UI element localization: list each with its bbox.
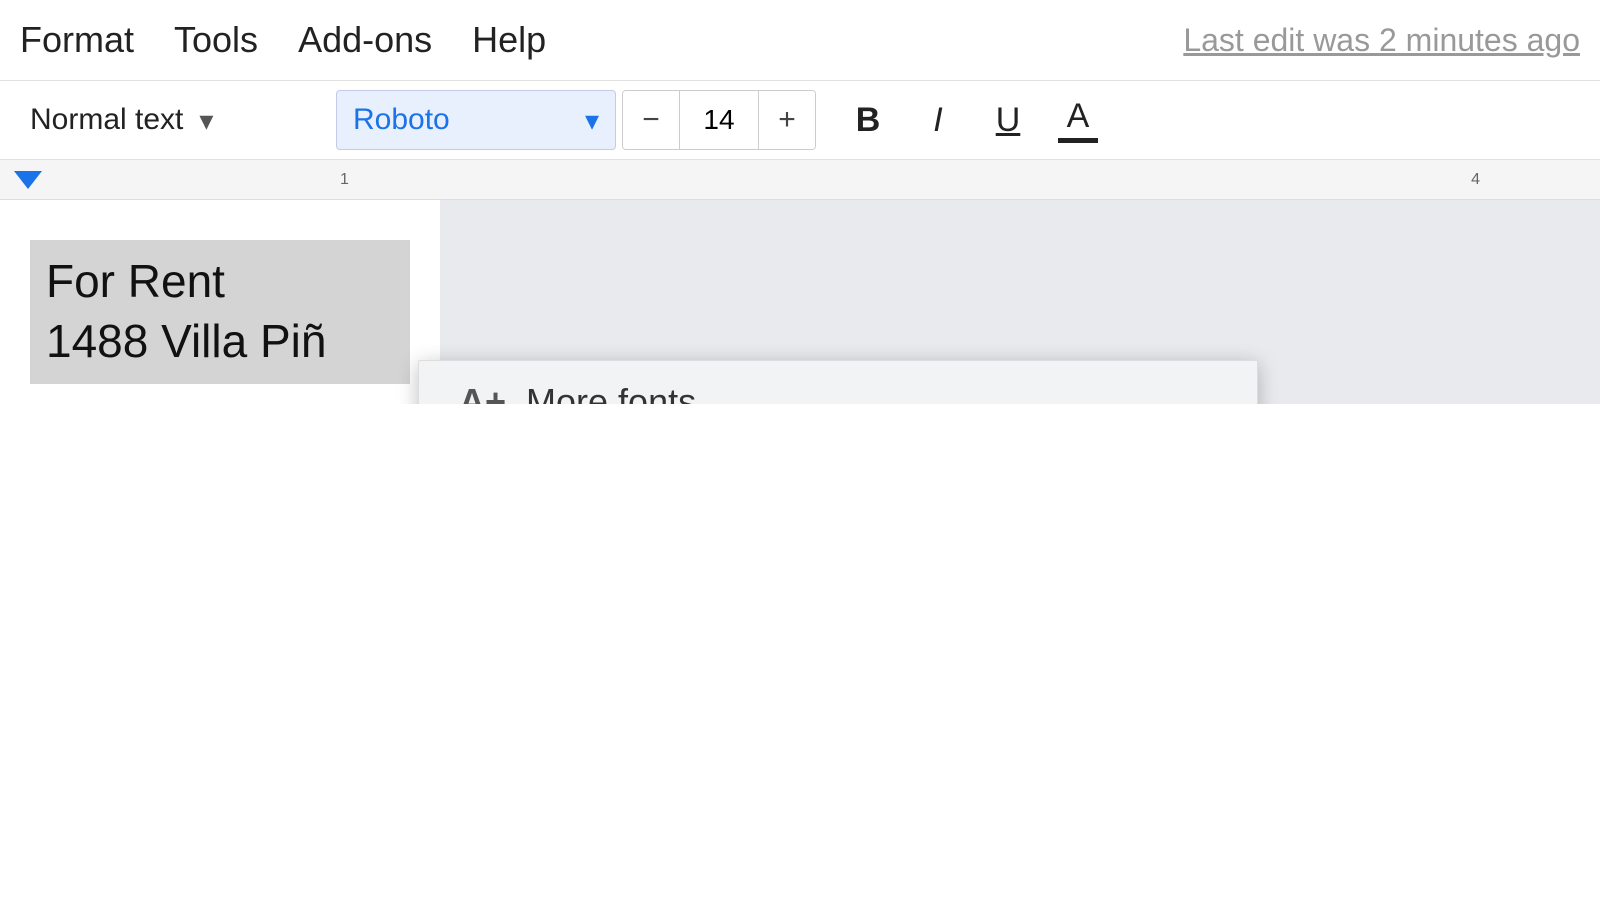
font-color-underline bbox=[1058, 138, 1098, 143]
content-area: For Rent 1488 Villa Piñ A+ More fonts RE… bbox=[0, 200, 1600, 404]
doc-content: For Rent 1488 Villa Piñ bbox=[0, 200, 440, 404]
font-selector-arrow-icon: ▾ bbox=[585, 104, 599, 137]
menu-help[interactable]: Help bbox=[472, 19, 546, 61]
bold-button[interactable]: B bbox=[838, 90, 898, 150]
menu-format[interactable]: Format bbox=[20, 19, 134, 61]
document-text-line1: For Rent bbox=[46, 252, 394, 312]
italic-button[interactable]: I bbox=[908, 90, 968, 150]
menu-bar: Format Tools Add-ons Help Last edit was … bbox=[0, 0, 1600, 80]
font-selector[interactable]: Roboto ▾ bbox=[336, 90, 616, 150]
font-color-letter: A bbox=[1067, 97, 1090, 136]
more-fonts-icon: A+ bbox=[459, 381, 506, 404]
toolbar: Normal text ▾ Roboto ▾ − 14 + B I U A bbox=[0, 80, 1600, 160]
font-size-decrease-button[interactable]: − bbox=[623, 90, 679, 150]
ruler-number-1: 1 bbox=[340, 171, 349, 189]
font-size-value[interactable]: 14 bbox=[679, 90, 759, 150]
ruler: 1 4 bbox=[0, 160, 1600, 200]
more-fonts-item[interactable]: A+ More fonts bbox=[419, 361, 1257, 404]
document-text-line2: 1488 Villa Piñ bbox=[46, 312, 394, 372]
font-dropdown: A+ More fonts RECENT ✓ Roboto ▶ Ultra Ca… bbox=[418, 360, 1258, 404]
ruler-number-4: 4 bbox=[1471, 171, 1480, 189]
document-panel: For Rent 1488 Villa Piñ bbox=[0, 200, 440, 404]
last-edit-text: Last edit was 2 minutes ago bbox=[1183, 22, 1580, 59]
ruler-ticks: 1 4 bbox=[60, 160, 1600, 199]
font-selector-label: Roboto bbox=[353, 103, 450, 137]
menu-addons[interactable]: Add-ons bbox=[298, 19, 432, 61]
font-size-increase-button[interactable]: + bbox=[759, 90, 815, 150]
menu-tools[interactable]: Tools bbox=[174, 19, 258, 61]
paragraph-style-label: Normal text bbox=[30, 103, 183, 137]
font-size-group: − 14 + bbox=[622, 90, 816, 150]
paragraph-style-arrow-icon: ▾ bbox=[199, 104, 213, 137]
underline-button[interactable]: U bbox=[978, 90, 1038, 150]
font-color-button[interactable]: A bbox=[1048, 90, 1108, 150]
paragraph-style-selector[interactable]: Normal text ▾ bbox=[10, 90, 330, 150]
text-format-buttons: B I U A bbox=[832, 90, 1108, 150]
ruler-indent-marker[interactable] bbox=[14, 171, 42, 189]
document-text-block: For Rent 1488 Villa Piñ bbox=[30, 240, 410, 384]
more-fonts-label: More fonts bbox=[526, 381, 696, 404]
